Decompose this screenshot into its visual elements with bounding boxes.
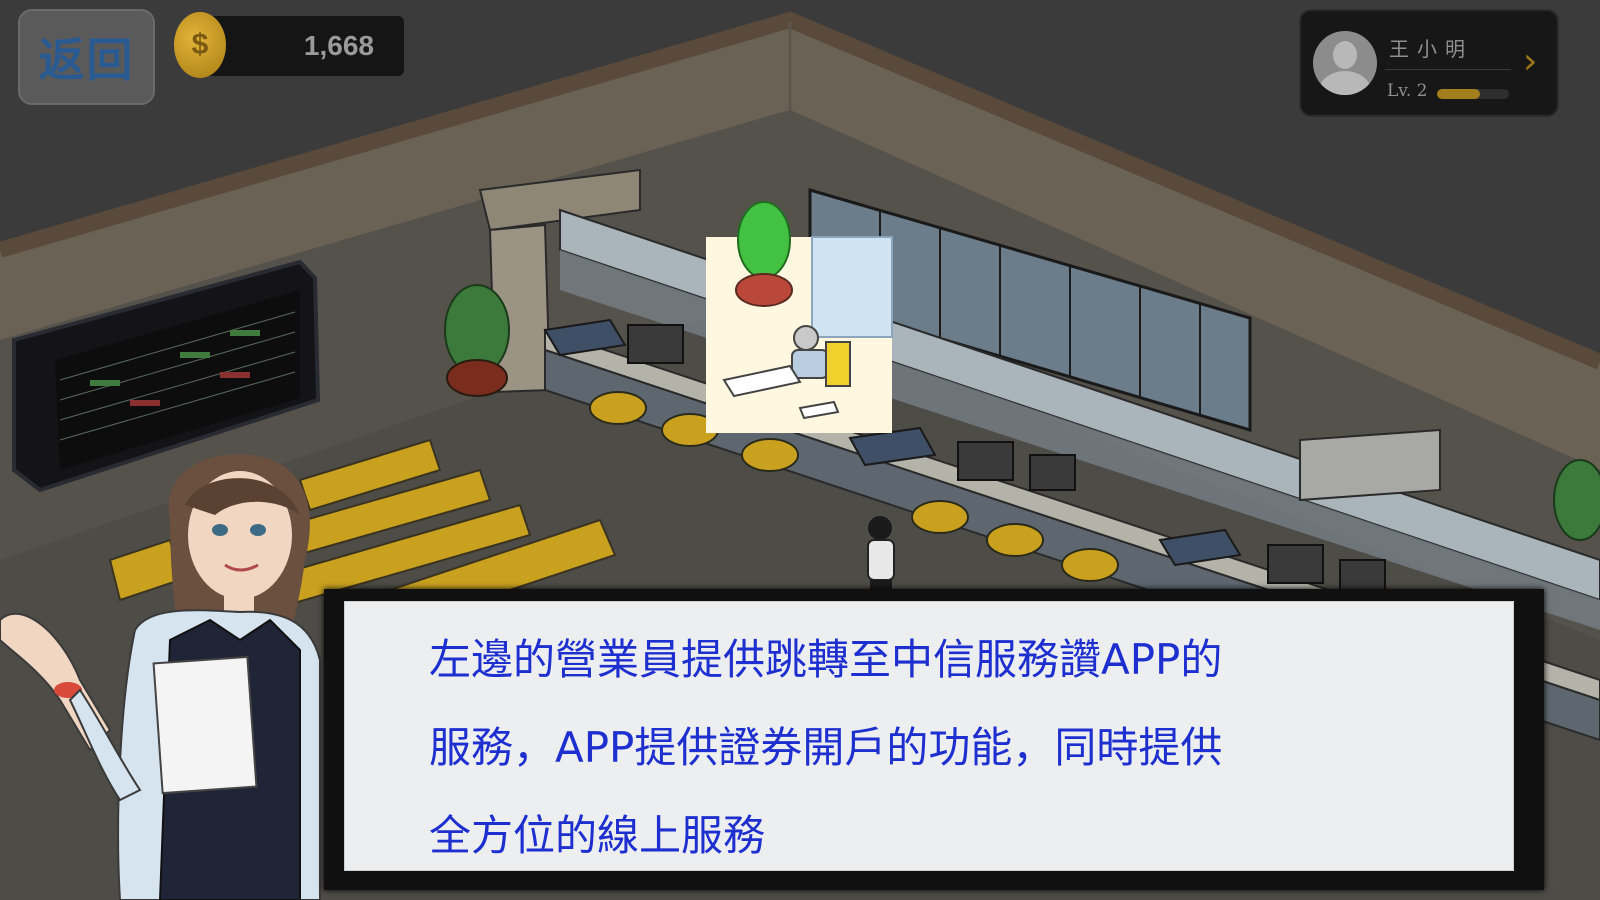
dialog-line: 全方位的線上服務 [429, 811, 766, 860]
xp-progress-bar [1437, 89, 1509, 99]
player-profile-card[interactable]: 王小明 Lv. 2 › [1299, 9, 1559, 117]
player-level: Lv. 2 [1387, 81, 1428, 101]
avatar-body-icon [1319, 71, 1371, 95]
coin-counter: 1,668 [200, 16, 404, 76]
game-screen: 返回 1,668 $ 王小明 Lv. 2 › 左邊的營業員提供跳轉至中信服務讚A… [0, 0, 1600, 900]
dialog-line: 服務，APP提供證券開戶的功能，同時提供 [429, 723, 1223, 772]
coin-amount: 1,668 [303, 30, 374, 61]
xp-progress-fill [1437, 89, 1481, 99]
player-name: 王小明 [1389, 37, 1473, 61]
dialog-box[interactable]: 左邊的營業員提供跳轉至中信服務讚APP的 服務，APP提供證券開戶的功能，同時提… [324, 589, 1544, 890]
avatar-head-icon [1333, 41, 1357, 69]
customer-figure [867, 516, 895, 596]
dialog-line: 左邊的營業員提供跳轉至中信服務讚APP的 [429, 635, 1223, 684]
coin-icon: $ [174, 12, 226, 78]
profile-divider [1385, 69, 1511, 70]
dialog-paper: 左邊的營業員提供跳轉至中信服務讚APP的 服務，APP提供證券開戶的功能，同時提… [344, 601, 1514, 871]
back-button[interactable]: 返回 [18, 9, 155, 105]
avatar [1313, 31, 1377, 95]
chevron-right-icon[interactable]: › [1523, 41, 1537, 82]
dialog-text: 左邊的營業員提供跳轉至中信服務讚APP的 服務，APP提供證券開戶的功能，同時提… [429, 616, 1369, 880]
